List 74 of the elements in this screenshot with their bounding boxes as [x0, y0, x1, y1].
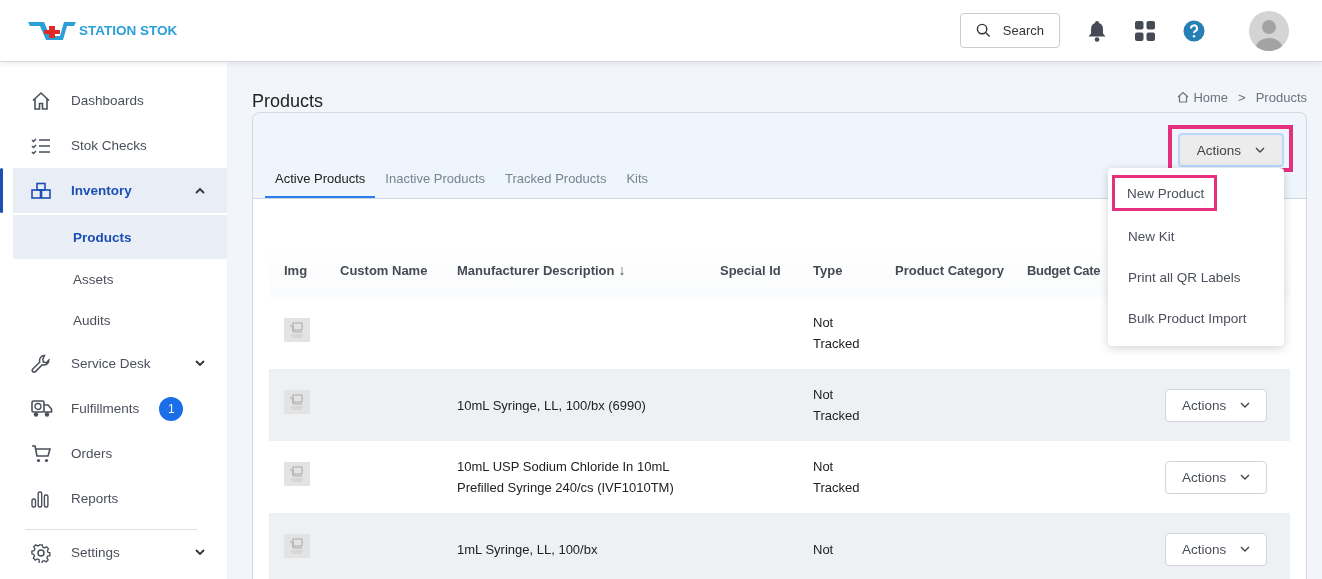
column-header[interactable]: Img [284, 262, 308, 278]
sidebar-subitem[interactable]: Audits [13, 300, 227, 341]
brand-name: STATION STOK [79, 23, 178, 38]
search-button[interactable]: Search [959, 13, 1060, 48]
image-placeholder-icon [284, 534, 310, 558]
table-cell-text: 10mL Syringe, LL, 100/bx (6990) [457, 396, 647, 415]
column-header[interactable]: Custom Name [340, 262, 428, 278]
sidebar-label: Stok Checks [71, 138, 147, 153]
menu-item[interactable]: New Product [1112, 175, 1217, 211]
sidebar-item[interactable]: Service Desk [13, 341, 227, 386]
column-header[interactable]: Special Id [720, 262, 781, 278]
checklist-icon [31, 136, 51, 155]
search-icon [975, 23, 991, 38]
row-actions-button[interactable]: Actions [1165, 388, 1268, 422]
apps-grid-icon[interactable] [1135, 20, 1155, 41]
table-cell-text: Not Tracked [813, 386, 861, 425]
cart-icon [31, 443, 51, 464]
sidebar-item[interactable]: Stok Checks [13, 123, 227, 168]
chevron-down-icon [1255, 147, 1265, 153]
bell-icon[interactable] [1087, 19, 1107, 42]
tab[interactable]: Inactive Products [375, 164, 496, 198]
home-icon [1177, 91, 1190, 103]
row-actions-button[interactable]: Actions [1165, 460, 1268, 494]
table-cell-text: Not Tracked [813, 458, 861, 497]
sidebar-item[interactable]: Orders [13, 431, 227, 476]
sort-arrow[interactable]: ↓ [618, 262, 626, 278]
wrench-icon [31, 353, 51, 374]
chevron-down-icon [1240, 474, 1251, 480]
column-header[interactable]: Manufacturer Description [457, 262, 615, 278]
chevron-down-icon [1240, 546, 1251, 552]
table-cell-text: 1mL Syringe, LL, 100/bx [457, 540, 599, 559]
bar-chart-icon [31, 489, 49, 508]
sidebar-label: Inventory [71, 183, 132, 198]
sidebar-label: Settings [71, 545, 120, 560]
count-badge: 1 [159, 396, 184, 421]
table-cell-text: 10mL USP Sodium Chloride In 10mL Prefilled Syringe 240/cs (IVF1010TM) [457, 458, 675, 497]
settings-icon [31, 542, 51, 563]
truck-icon [31, 399, 53, 418]
breadcrumb-link[interactable]: Products [1255, 89, 1307, 105]
breadcrumb-link[interactable]: Home [1177, 89, 1229, 105]
sidebar-subitem[interactable]: Assets [13, 259, 227, 300]
row-actions-button[interactable]: Actions [1165, 532, 1268, 566]
sidebar-item[interactable]: Settings [13, 530, 227, 575]
chevron-down-icon [1240, 402, 1251, 408]
sidebar-item[interactable]: Dashboards [13, 78, 227, 123]
sidebar-label: Dashboards [71, 93, 144, 108]
page-title: Products [252, 91, 324, 112]
column-header[interactable]: Budget Cate [1027, 262, 1101, 278]
breadcrumb-separator: > [1238, 89, 1246, 105]
sidebar-item[interactable]: Reports [13, 476, 227, 521]
menu-item[interactable]: New Kit [1108, 216, 1284, 257]
sidebar-label: Orders [71, 446, 113, 461]
boxes-icon [31, 181, 51, 200]
image-placeholder-icon [284, 390, 310, 414]
tab[interactable]: Kits [616, 164, 659, 198]
menu-item[interactable]: Bulk Product Import [1108, 298, 1284, 339]
image-placeholder-icon [284, 318, 310, 342]
sidebar-label: Service Desk [71, 356, 151, 371]
image-placeholder-icon [284, 462, 310, 486]
help-icon[interactable] [1183, 19, 1205, 42]
sidebar-item[interactable]: Fulfillments 1 [13, 386, 227, 431]
home-icon [31, 90, 51, 111]
table-cell-text: Not Tracked [813, 314, 861, 353]
table-cell-text: Not [813, 540, 835, 559]
column-header[interactable]: Product Category [895, 262, 1005, 278]
sidebar-subitem[interactable]: Products [13, 215, 227, 259]
tab[interactable]: Tracked Products [495, 164, 617, 198]
sidebar-label: Reports [71, 491, 119, 506]
sidebar-label: Fulfillments [71, 401, 140, 416]
menu-item[interactable]: Print all QR Labels [1108, 257, 1284, 298]
actions-button[interactable]: Actions [1177, 133, 1284, 167]
column-header[interactable]: Type [813, 262, 843, 278]
tab[interactable]: Active Products [265, 164, 376, 198]
logo-icon [27, 19, 77, 42]
